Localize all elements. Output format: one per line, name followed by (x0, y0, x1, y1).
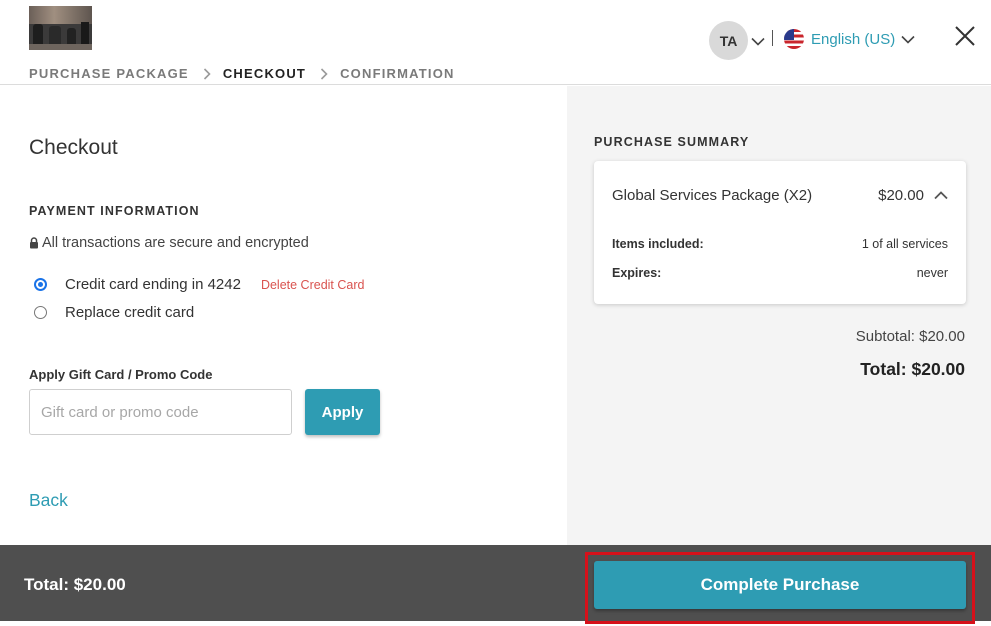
language-selector[interactable]: English (US) (784, 29, 915, 49)
items-included-value: 1 of all services (861, 237, 948, 251)
lock-icon (29, 237, 39, 249)
replace-card-option[interactable]: Replace credit card (34, 304, 194, 321)
chevron-right-icon (203, 67, 211, 80)
footer-bar: Total: $20.00 Complete Purchase (0, 545, 991, 624)
package-price: $20.00 (878, 187, 924, 204)
replace-card-radio[interactable] (34, 306, 47, 319)
delete-credit-card-link[interactable]: Delete Credit Card (261, 278, 365, 292)
chevron-right-icon (320, 67, 328, 80)
payment-information-heading: PAYMENT INFORMATION (29, 204, 200, 218)
replace-card-label: Replace credit card (65, 304, 195, 321)
header-divider (772, 30, 773, 46)
breadcrumb-confirmation: CONFIRMATION (340, 66, 455, 81)
secure-note: All transactions are secure and encrypte… (29, 235, 309, 251)
expires-label: Expires: (612, 266, 662, 280)
us-flag-icon (784, 29, 804, 49)
chevron-up-icon[interactable] (934, 191, 948, 200)
items-included-label: Items included: (612, 237, 704, 251)
language-label: English (US) (811, 30, 896, 48)
saved-card-radio[interactable] (34, 278, 47, 291)
expires-value: never (916, 266, 948, 280)
complete-purchase-button[interactable]: Complete Purchase (594, 561, 966, 609)
page-title: Checkout (29, 136, 118, 159)
promo-code-label: Apply Gift Card / Promo Code (29, 367, 213, 382)
breadcrumb-checkout: CHECKOUT (222, 66, 307, 81)
user-avatar[interactable]: TA (709, 21, 748, 60)
promo-code-input[interactable] (29, 389, 292, 435)
footer-total: Total: $20.00 (24, 575, 126, 594)
items-included-row: Items included: 1 of all services (612, 237, 948, 251)
package-name: Global Services Package (X2) (612, 187, 813, 204)
breadcrumb: PURCHASE PACKAGE CHECKOUT CONFIRMATION (29, 66, 455, 81)
chevron-down-icon (901, 35, 915, 44)
close-icon[interactable] (953, 24, 977, 48)
summary-total: Total: $20.00 (860, 359, 965, 379)
secure-note-text: All transactions are secure and encrypte… (42, 235, 309, 251)
saved-card-option[interactable]: Credit card ending in 4242 Delete Credit… (34, 276, 364, 293)
expires-row: Expires: never (612, 266, 948, 280)
chevron-down-icon[interactable] (751, 33, 765, 51)
business-logo (29, 6, 92, 50)
purchase-summary-heading: PURCHASE SUMMARY (594, 135, 750, 149)
complete-purchase-highlight: Complete Purchase (585, 552, 975, 624)
saved-card-label: Credit card ending in 4242 (65, 276, 241, 293)
breadcrumb-purchase-package[interactable]: PURCHASE PACKAGE (29, 66, 189, 81)
apply-button[interactable]: Apply (305, 389, 380, 435)
package-card-header: Global Services Package (X2) $20.00 (612, 187, 948, 204)
subtotal: Subtotal: $20.00 (855, 328, 965, 345)
back-link[interactable]: Back (29, 490, 68, 511)
checkout-panel: Checkout PAYMENT INFORMATION All transac… (0, 86, 567, 545)
header: PURCHASE PACKAGE CHECKOUT CONFIRMATION T… (0, 0, 991, 85)
purchase-summary-panel: PURCHASE SUMMARY Global Services Package… (567, 86, 991, 545)
package-card: Global Services Package (X2) $20.00 Item… (594, 161, 966, 304)
